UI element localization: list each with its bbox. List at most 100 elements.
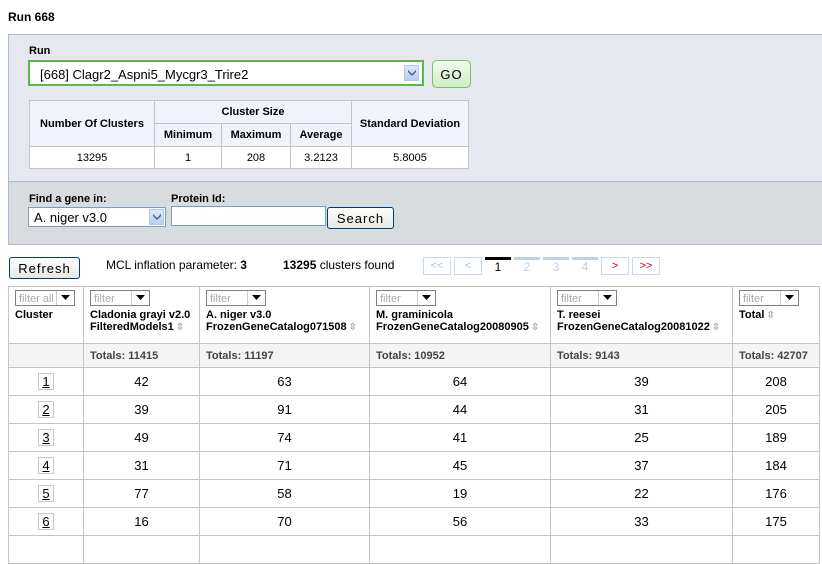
cell: 77 (83, 479, 200, 508)
cell: 70 (199, 507, 370, 536)
cell: 37 (550, 451, 733, 480)
header-minimum: Minimum (154, 123, 222, 147)
cell: 49 (83, 423, 200, 452)
header-std-dev: Standard Deviation (351, 100, 469, 147)
pagination: << < 1 2 3 4 > >> (423, 257, 660, 275)
column-title: Cluster (15, 309, 53, 321)
cluster-link[interactable]: 3 (38, 429, 54, 446)
page-4[interactable]: 4 (572, 257, 598, 275)
go-button[interactable]: GO (432, 60, 471, 88)
find-gene-label: Find a gene in: (29, 193, 107, 205)
clusters-found: 13295 clusters found (283, 258, 394, 272)
value-maximum: 208 (221, 146, 291, 169)
filter-input[interactable]: filter (206, 290, 266, 306)
filter-dropdown-icon[interactable] (780, 291, 798, 305)
column-header-cluster: filter all Cluster (8, 286, 84, 344)
sort-icon[interactable]: ⇳ (349, 322, 357, 333)
table-row: 2 39 91 44 31 205 (8, 395, 820, 424)
cell: 205 (732, 395, 820, 424)
search-button[interactable]: Search (327, 207, 394, 229)
mcl-info: MCL inflation parameter: 3 (106, 258, 247, 272)
cluster-link[interactable]: 1 (38, 373, 54, 390)
prev-page-button[interactable]: < (454, 257, 482, 275)
cell: 64 (369, 367, 551, 396)
filter-dropdown-icon[interactable] (598, 291, 616, 305)
totals-cell: Totals: 11197 (199, 343, 370, 368)
totals-cell (8, 343, 84, 368)
filter-dropdown-icon[interactable] (131, 291, 149, 305)
column-header-aniger[interactable]: filter A. niger v3.0 FrozenGeneCatalog07… (199, 286, 370, 344)
refresh-button[interactable]: Refresh (9, 257, 80, 279)
cell: 42 (83, 367, 200, 396)
cell: 208 (732, 367, 820, 396)
value-num-clusters: 13295 (29, 146, 155, 169)
cluster-link[interactable]: 2 (38, 401, 54, 418)
table-row: 7 (8, 535, 820, 564)
cell: 31 (83, 451, 200, 480)
cell: 71 (199, 451, 370, 480)
cell: 25 (550, 423, 733, 452)
table-row: 5 77 58 19 22 176 (8, 479, 820, 508)
column-subtitle: FrozenGeneCatalog20080905 (376, 321, 529, 333)
chevron-down-icon[interactable] (149, 209, 164, 225)
column-title: A. niger v3.0 (206, 309, 272, 321)
value-average: 3.2123 (290, 146, 352, 169)
filter-input[interactable]: filter (557, 290, 617, 306)
sort-icon[interactable]: ⇳ (766, 310, 774, 321)
totals-cell: Totals: 9143 (550, 343, 733, 368)
column-title: M. graminicola (376, 309, 454, 321)
clusters-found-label: clusters found (319, 258, 395, 272)
column-title: T. reesei (557, 309, 601, 321)
last-page-button[interactable]: >> (632, 257, 660, 275)
table-row: 4 31 71 45 37 184 (8, 451, 820, 480)
filter-input[interactable]: filter (376, 290, 436, 306)
sort-icon[interactable]: ⇳ (712, 322, 720, 333)
column-header-total[interactable]: filter Total ⇳ (732, 286, 820, 344)
cell: 41 (369, 423, 551, 452)
column-title: Cladonia grayi v2.0 (90, 309, 191, 321)
next-page-button[interactable]: > (601, 257, 629, 275)
cell: 39 (550, 367, 733, 396)
mcl-label: MCL inflation parameter: (106, 258, 237, 272)
run-select[interactable]: [668] Clagr2_Aspni5_Mycgr3_Trire2 (28, 60, 424, 86)
first-page-button[interactable]: << (423, 257, 451, 275)
cell: 176 (732, 479, 820, 508)
cluster-link[interactable]: 5 (38, 485, 54, 502)
run-stats-table: Number Of Clusters Cluster Size Standard… (29, 100, 469, 169)
sort-icon[interactable]: ⇳ (176, 322, 184, 333)
sort-icon[interactable]: ⇳ (531, 322, 539, 333)
filter-dropdown-icon[interactable] (417, 291, 435, 305)
cell: 63 (199, 367, 370, 396)
cluster-link[interactable]: 4 (38, 457, 54, 474)
column-header-treesei[interactable]: filter T. reesei FrozenGeneCatalog200810… (550, 286, 733, 344)
totals-cell: Totals: 42707 (732, 343, 820, 368)
filter-dropdown-icon[interactable] (56, 291, 74, 305)
column-header-mgraminicola[interactable]: filter M. graminicola FrozenGeneCatalog2… (369, 286, 551, 344)
cluster-link[interactable]: 6 (38, 513, 54, 530)
page-1[interactable]: 1 (485, 257, 511, 275)
run-label: Run (29, 45, 51, 57)
cell: 184 (732, 451, 820, 480)
cell: 58 (199, 479, 370, 508)
filter-input[interactable]: filter (739, 290, 799, 306)
genome-select[interactable]: A. niger v3.0 (28, 207, 166, 227)
table-row: 6 16 70 56 33 175 (8, 507, 820, 536)
filter-input[interactable]: filter (90, 290, 150, 306)
protein-id-input[interactable] (171, 206, 326, 226)
cell: 31 (550, 395, 733, 424)
cell: 16 (83, 507, 200, 536)
cell: 74 (199, 423, 370, 452)
cell: 44 (369, 395, 551, 424)
page-3[interactable]: 3 (543, 257, 569, 275)
column-header-cladonia[interactable]: filter Cladonia grayi v2.0 FilteredModel… (83, 286, 200, 344)
filter-dropdown-icon[interactable] (247, 291, 265, 305)
filter-all-input[interactable]: filter all (15, 290, 75, 306)
column-subtitle: FrozenGeneCatalog071508 (206, 321, 347, 333)
page-2[interactable]: 2 (514, 257, 540, 275)
column-subtitle: FrozenGeneCatalog20081022 (557, 321, 710, 333)
chevron-down-icon[interactable] (404, 65, 419, 81)
cell: 56 (369, 507, 551, 536)
totals-cell: Totals: 11415 (83, 343, 200, 368)
genome-select-value: A. niger v3.0 (34, 210, 107, 225)
cell: 91 (199, 395, 370, 424)
